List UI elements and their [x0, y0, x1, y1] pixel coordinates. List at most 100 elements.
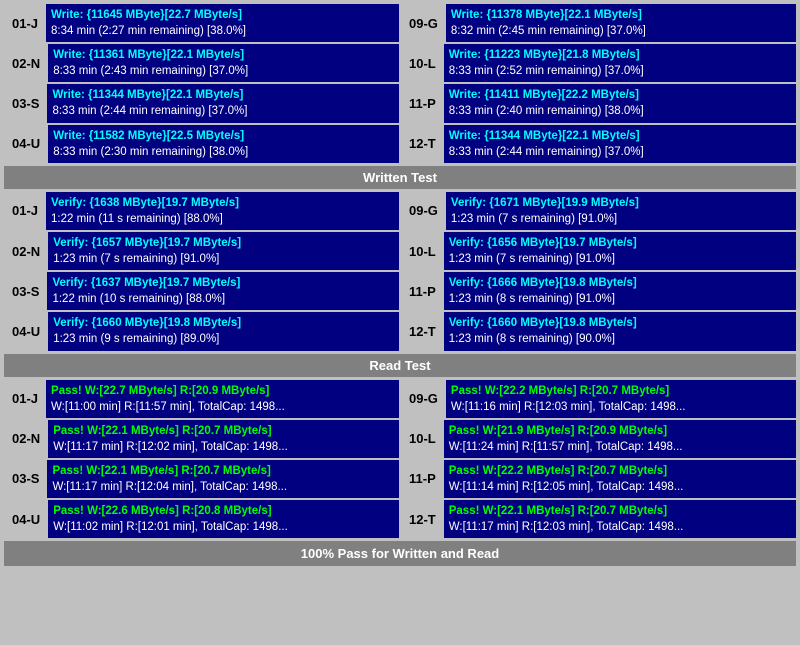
read-line1-04u: Pass! W:[22.6 MByte/s] R:[20.8 MByte/s]: [53, 503, 394, 519]
verify-content-12t: Verify: {1660 MByte}[19.8 MByte/s] 1:23 …: [444, 312, 796, 350]
verify-label-02n: 02-N: [4, 232, 48, 270]
content-04u: Write: {11582 MByte}[22.5 MByte/s] 8:33 …: [48, 125, 399, 163]
verify-line2-10l: 1:23 min (7 s remaining) [91.0%]: [449, 251, 791, 267]
verify-line1-09g: Verify: {1671 MByte}[19.9 MByte/s]: [451, 195, 791, 211]
verify-row-03s: 03-S Verify: {1637 MByte}[19.7 MByte/s] …: [4, 272, 399, 310]
read-line2-01j: W:[11:00 min] R:[11:57 min], TotalCap: 1…: [51, 399, 394, 415]
verify-line1-04u: Verify: {1660 MByte}[19.8 MByte/s]: [53, 315, 394, 331]
read-line2-02n: W:[11:17 min] R:[12:02 min], TotalCap: 1…: [53, 439, 394, 455]
read-content-03s: Pass! W:[22.1 MByte/s] R:[20.7 MByte/s] …: [47, 460, 399, 498]
verify-row-02n: 02-N Verify: {1657 MByte}[19.7 MByte/s] …: [4, 232, 399, 270]
write-line1-12t: Write: {11344 MByte}[22.1 MByte/s]: [449, 128, 791, 144]
write-row-02n: 02-N Write: {11361 MByte}[22.1 MByte/s] …: [4, 44, 399, 82]
write-line2-11p: 8:33 min (2:40 min remaining) [38.0%]: [449, 103, 791, 119]
read-line1-10l: Pass! W:[21.9 MByte/s] R:[20.9 MByte/s]: [449, 423, 791, 439]
write-line1-03s: Write: {11344 MByte}[22.1 MByte/s]: [52, 87, 394, 103]
verify-line1-03s: Verify: {1637 MByte}[19.7 MByte/s]: [52, 275, 394, 291]
read-label-12t: 12-T: [401, 500, 444, 538]
verify-line2-11p: 1:23 min (8 s remaining) [91.0%]: [449, 291, 791, 307]
read-line2-10l: W:[11:24 min] R:[11:57 min], TotalCap: 1…: [449, 439, 791, 455]
read-line1-12t: Pass! W:[22.1 MByte/s] R:[20.7 MByte/s]: [449, 503, 791, 519]
verify-row-11p: 11-P Verify: {1666 MByte}[19.8 MByte/s] …: [401, 272, 796, 310]
verify-grid: 01-J Verify: {1638 MByte}[19.7 MByte/s] …: [4, 192, 796, 351]
content-10l: Write: {11223 MByte}[21.8 MByte/s] 8:33 …: [444, 44, 796, 82]
verify-content-04u: Verify: {1660 MByte}[19.8 MByte/s] 1:23 …: [48, 312, 399, 350]
label-09g: 09-G: [401, 4, 446, 42]
verify-content-10l: Verify: {1656 MByte}[19.7 MByte/s] 1:23 …: [444, 232, 796, 270]
read-test-header: Read Test: [4, 354, 796, 377]
write-line1-02n: Write: {11361 MByte}[22.1 MByte/s]: [53, 47, 394, 63]
main-container: 01-J Write: {11645 MByte}[22.7 MByte/s] …: [0, 0, 800, 570]
read-row-09g: 09-G Pass! W:[22.2 MByte/s] R:[20.7 MByt…: [401, 380, 796, 418]
verify-content-03s: Verify: {1637 MByte}[19.7 MByte/s] 1:22 …: [47, 272, 399, 310]
content-01j: Write: {11645 MByte}[22.7 MByte/s] 8:34 …: [46, 4, 399, 42]
write-line2-02n: 8:33 min (2:43 min remaining) [37.0%]: [53, 63, 394, 79]
read-content-11p: Pass! W:[22.2 MByte/s] R:[20.7 MByte/s] …: [444, 460, 796, 498]
read-row-10l: 10-L Pass! W:[21.9 MByte/s] R:[20.9 MByt…: [401, 420, 796, 458]
read-row-12t: 12-T Pass! W:[22.1 MByte/s] R:[20.7 MByt…: [401, 500, 796, 538]
verify-line2-12t: 1:23 min (8 s remaining) [90.0%]: [449, 331, 791, 347]
write-grid: 01-J Write: {11645 MByte}[22.7 MByte/s] …: [4, 4, 796, 163]
read-content-12t: Pass! W:[22.1 MByte/s] R:[20.7 MByte/s] …: [444, 500, 796, 538]
read-line1-02n: Pass! W:[22.1 MByte/s] R:[20.7 MByte/s]: [53, 423, 394, 439]
verify-line1-12t: Verify: {1660 MByte}[19.8 MByte/s]: [449, 315, 791, 331]
verify-row-12t: 12-T Verify: {1660 MByte}[19.8 MByte/s] …: [401, 312, 796, 350]
read-label-09g: 09-G: [401, 380, 446, 418]
read-content-10l: Pass! W:[21.9 MByte/s] R:[20.9 MByte/s] …: [444, 420, 796, 458]
verify-label-03s: 03-S: [4, 272, 47, 310]
read-section: 01-J Pass! W:[22.7 MByte/s] R:[20.9 MByt…: [4, 380, 796, 539]
verify-line1-02n: Verify: {1657 MByte}[19.7 MByte/s]: [53, 235, 394, 251]
read-label-04u: 04-U: [4, 500, 48, 538]
verify-row-09g: 09-G Verify: {1671 MByte}[19.9 MByte/s] …: [401, 192, 796, 230]
write-line2-09g: 8:32 min (2:45 min remaining) [37.0%]: [451, 23, 791, 39]
bottom-status-bar: 100% Pass for Written and Read: [4, 541, 796, 566]
read-label-10l: 10-L: [401, 420, 444, 458]
verify-label-09g: 09-G: [401, 192, 446, 230]
read-line2-11p: W:[11:14 min] R:[12:05 min], TotalCap: 1…: [449, 479, 791, 495]
verify-line2-09g: 1:23 min (7 s remaining) [91.0%]: [451, 211, 791, 227]
verify-label-04u: 04-U: [4, 312, 48, 350]
verify-row-01j: 01-J Verify: {1638 MByte}[19.7 MByte/s] …: [4, 192, 399, 230]
verify-row-04u: 04-U Verify: {1660 MByte}[19.8 MByte/s] …: [4, 312, 399, 350]
label-12t: 12-T: [401, 125, 444, 163]
write-line1-10l: Write: {11223 MByte}[21.8 MByte/s]: [449, 47, 791, 63]
read-grid: 01-J Pass! W:[22.7 MByte/s] R:[20.9 MByt…: [4, 380, 796, 539]
read-row-01j: 01-J Pass! W:[22.7 MByte/s] R:[20.9 MByt…: [4, 380, 399, 418]
verify-row-10l: 10-L Verify: {1656 MByte}[19.7 MByte/s] …: [401, 232, 796, 270]
verify-label-12t: 12-T: [401, 312, 444, 350]
verify-content-11p: Verify: {1666 MByte}[19.8 MByte/s] 1:23 …: [444, 272, 796, 310]
write-line2-04u: 8:33 min (2:30 min remaining) [38.0%]: [53, 144, 394, 160]
verify-line2-01j: 1:22 min (11 s remaining) [88.0%]: [51, 211, 394, 227]
content-12t: Write: {11344 MByte}[22.1 MByte/s] 8:33 …: [444, 125, 796, 163]
write-line1-11p: Write: {11411 MByte}[22.2 MByte/s]: [449, 87, 791, 103]
verify-label-11p: 11-P: [401, 272, 444, 310]
verify-line2-04u: 1:23 min (9 s remaining) [89.0%]: [53, 331, 394, 347]
write-line2-12t: 8:33 min (2:44 min remaining) [37.0%]: [449, 144, 791, 160]
label-02n: 02-N: [4, 44, 48, 82]
read-row-02n: 02-N Pass! W:[22.1 MByte/s] R:[20.7 MByt…: [4, 420, 399, 458]
write-line2-10l: 8:33 min (2:52 min remaining) [37.0%]: [449, 63, 791, 79]
verify-section: 01-J Verify: {1638 MByte}[19.7 MByte/s] …: [4, 192, 796, 351]
verify-line1-11p: Verify: {1666 MByte}[19.8 MByte/s]: [449, 275, 791, 291]
write-row-12t: 12-T Write: {11344 MByte}[22.1 MByte/s] …: [401, 125, 796, 163]
write-row-04u: 04-U Write: {11582 MByte}[22.5 MByte/s] …: [4, 125, 399, 163]
read-line1-01j: Pass! W:[22.7 MByte/s] R:[20.9 MByte/s]: [51, 383, 394, 399]
read-line2-12t: W:[11:17 min] R:[12:03 min], TotalCap: 1…: [449, 519, 791, 535]
read-label-11p: 11-P: [401, 460, 444, 498]
verify-line2-02n: 1:23 min (7 s remaining) [91.0%]: [53, 251, 394, 267]
read-label-01j: 01-J: [4, 380, 46, 418]
verify-label-10l: 10-L: [401, 232, 444, 270]
write-row-03s: 03-S Write: {11344 MByte}[22.1 MByte/s] …: [4, 84, 399, 122]
read-content-01j: Pass! W:[22.7 MByte/s] R:[20.9 MByte/s] …: [46, 380, 399, 418]
label-11p: 11-P: [401, 84, 444, 122]
label-01j: 01-J: [4, 4, 46, 42]
write-line1-04u: Write: {11582 MByte}[22.5 MByte/s]: [53, 128, 394, 144]
write-row-10l: 10-L Write: {11223 MByte}[21.8 MByte/s] …: [401, 44, 796, 82]
written-test-header: Written Test: [4, 166, 796, 189]
read-label-03s: 03-S: [4, 460, 47, 498]
write-line1-01j: Write: {11645 MByte}[22.7 MByte/s]: [51, 7, 394, 23]
read-row-03s: 03-S Pass! W:[22.1 MByte/s] R:[20.7 MByt…: [4, 460, 399, 498]
label-04u: 04-U: [4, 125, 48, 163]
read-line2-03s: W:[11:17 min] R:[12:04 min], TotalCap: 1…: [52, 479, 394, 495]
label-10l: 10-L: [401, 44, 444, 82]
